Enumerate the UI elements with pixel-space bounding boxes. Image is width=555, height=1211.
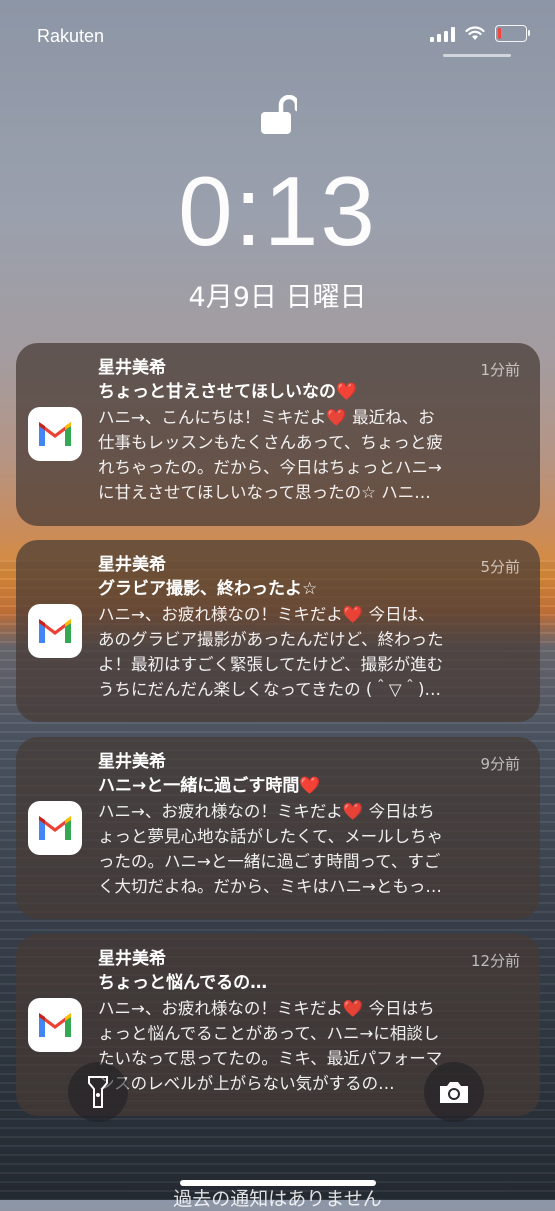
notification-body: ハニ→、お疲れ様なの！ミキだよ❤️ 今日はち ょっと夢見心地な話がしたくて、メール… xyxy=(98,799,520,899)
wifi-icon xyxy=(465,26,485,40)
notification-sender: 星井美希 xyxy=(98,358,166,378)
cellular-signal-icon xyxy=(430,26,455,42)
lock-screen-date: 4月9日 日曜日 xyxy=(188,282,367,313)
notification-time-ago: 1分前 xyxy=(480,361,520,379)
battery-icon xyxy=(495,25,530,42)
notification-body: ハニ→、こんにちは！ミキだよ❤️ 最近ね、お 仕事もレッスンもたくさんあって、ちょ… xyxy=(98,405,520,505)
camera-button[interactable] xyxy=(424,1062,484,1122)
control-center-hint[interactable] xyxy=(443,54,511,57)
status-bar: Rakuten xyxy=(0,0,555,60)
notification-body-line: ったの。ハニ→と一緒に過ごす時間って、すご xyxy=(98,852,441,871)
camera-icon xyxy=(440,1082,468,1103)
notification-body-line: に甘えさせてほしいなって思ったの☆ ハニ… xyxy=(98,483,431,502)
notification-body-line: ょっと悩んでることがあって、ハニ→に相談し xyxy=(98,1024,440,1043)
notification-sender: 星井美希 xyxy=(98,949,166,969)
notification-subject: ちょっと甘えさせてほしいなの❤️ xyxy=(98,382,358,402)
carrier-name: Rakuten xyxy=(37,26,105,46)
notification-subject: グラビア撮影、終わったよ☆ xyxy=(98,579,318,599)
gmail-icon xyxy=(28,407,82,461)
notification-body-line: あのグラビア撮影があったんだけど、終わった xyxy=(98,630,444,649)
battery-level-fill xyxy=(498,28,501,39)
notification-body-line: ょっと夢見心地な話がしたくて、メールしちゃ xyxy=(98,827,444,846)
notification-body-line: れちゃったの。だから、今日はちょっとハニ→ xyxy=(98,458,442,477)
notification-sender: 星井美希 xyxy=(98,555,166,575)
notification-body-line: ハニ→、お疲れ様なの！ミキだよ❤️ 今日は、 xyxy=(98,605,435,624)
gmail-icon xyxy=(28,604,82,658)
status-icons xyxy=(430,25,530,42)
notification-subject: ハニ→と一緒に過ごす時間❤️ xyxy=(98,776,321,796)
notification-body-line: ハニ→、こんにちは！ミキだよ❤️ 最近ね、お xyxy=(98,408,435,427)
notification-subject: ちょっと悩んでるの… xyxy=(98,973,268,993)
unlocked-padlock-icon xyxy=(261,95,297,134)
notification-time-ago: 12分前 xyxy=(470,952,520,970)
notification-body-line: ハニ→、お疲れ様なの！ミキだよ❤️ 今日はち xyxy=(98,802,435,821)
notification-card[interactable]: 9分前 星井美希ハニ→と一緒に過ごす時間❤️ ハニ→、お疲れ様なの！ミキだよ❤️ 今… xyxy=(16,737,540,919)
notification-time-ago: 9分前 xyxy=(480,755,520,773)
notification-sender: 星井美希 xyxy=(98,752,166,772)
flashlight-button[interactable] xyxy=(68,1062,128,1122)
notification-body-line: うちにだんだん楽しくなってきたの (＾▽＾)… xyxy=(98,680,441,699)
gmail-icon xyxy=(28,998,82,1052)
flashlight-icon xyxy=(88,1076,108,1108)
notification-body: ハニ→、お疲れ様なの！ミキだよ❤️ 今日は、 あのグラビア撮影があったんだけど、終… xyxy=(98,602,520,702)
notification-body-line: ハニ→、お疲れ様なの！ミキだよ❤️ 今日はち xyxy=(98,999,435,1018)
notification-body-line: く大切だよね。だから、ミキはハニ→ともっ… xyxy=(98,877,442,896)
notification-card[interactable]: 5分前 星井美希グラビア撮影、終わったよ☆ ハニ→、お疲れ様なの！ミキだよ❤️ 今日… xyxy=(16,540,540,722)
notification-body-line: よ！最初はすごく緊張してたけど、撮影が進む xyxy=(98,655,444,674)
gmail-icon xyxy=(28,801,82,855)
notification-card[interactable]: 1分前 星井美希ちょっと甘えさせてほしいなの❤️ ハニ→、こんにちは！ミキだよ❤️ … xyxy=(16,343,540,526)
notification-time-ago: 5分前 xyxy=(480,558,520,576)
lock-screen-time: 0:13 xyxy=(178,156,377,266)
no-older-notifications-text: 過去の通知はありません xyxy=(173,1188,382,1210)
home-indicator[interactable] xyxy=(180,1180,376,1186)
notification-body-line: 仕事もレッスンもたくさんあって、ちょっと疲 xyxy=(98,433,443,452)
